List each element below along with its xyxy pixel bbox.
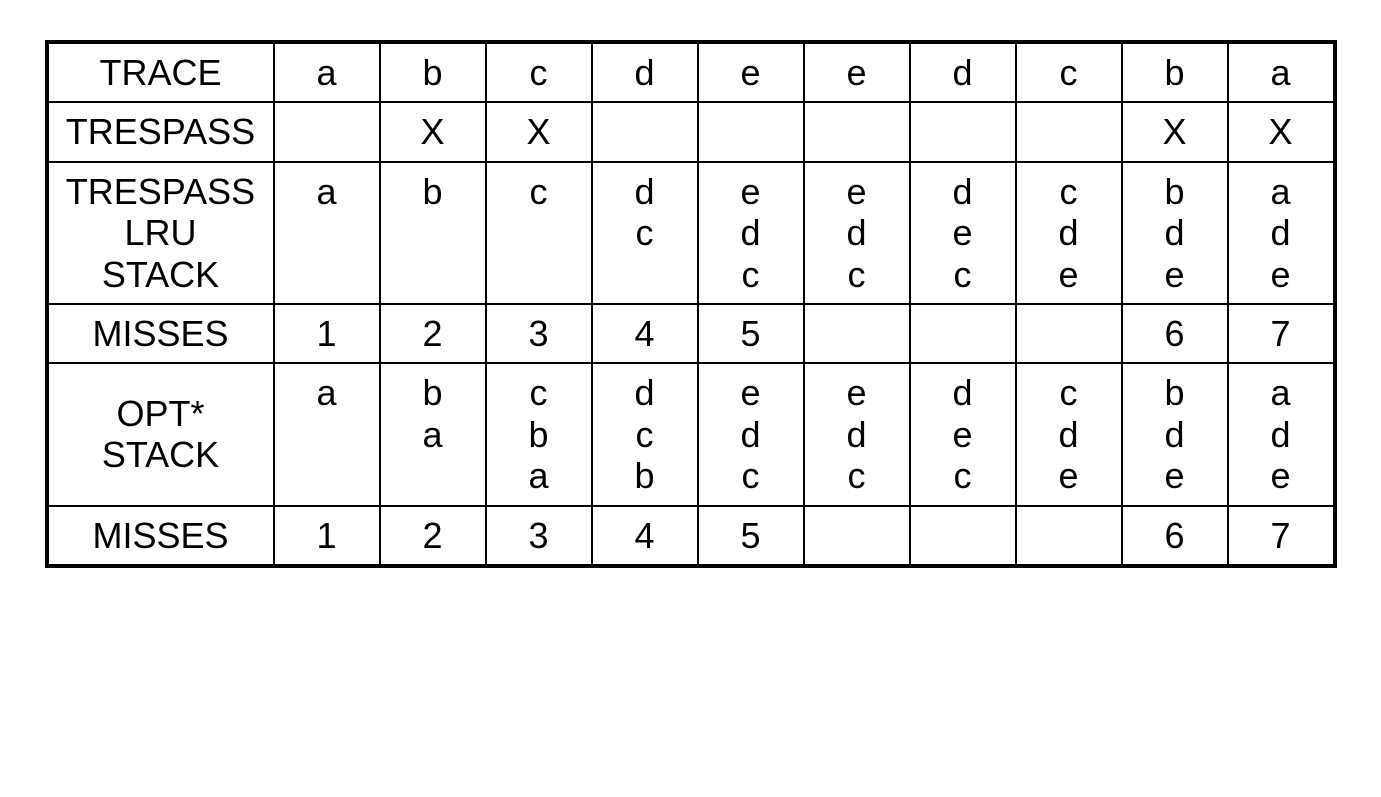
table-cell: b [380, 162, 486, 304]
table-cell: a [274, 42, 380, 102]
table-cell: b [1122, 42, 1228, 102]
table-cell: ade [1228, 162, 1335, 304]
row-label: TRESPASS [47, 102, 274, 161]
table-cell: 7 [1228, 506, 1335, 566]
table-cell: bde [1122, 363, 1228, 505]
table-cell: dc [592, 162, 698, 304]
table-cell [592, 102, 698, 161]
table-cell [910, 304, 1016, 363]
table-cell: cde [1016, 162, 1122, 304]
table-cell: 2 [380, 506, 486, 566]
table-cell: 1 [274, 304, 380, 363]
table-cell: b [380, 42, 486, 102]
table-cell: dec [910, 363, 1016, 505]
table-cell: 3 [486, 304, 592, 363]
table-cell: X [1228, 102, 1335, 161]
table-cell [804, 102, 910, 161]
row-label: MISSES [47, 506, 274, 566]
table-row: TRESPASSXXXX [47, 102, 1335, 161]
table-cell: cde [1016, 363, 1122, 505]
table-cell: edc [698, 363, 804, 505]
row-label: TRACE [47, 42, 274, 102]
table-cell: 6 [1122, 506, 1228, 566]
table-cell: a [1228, 42, 1335, 102]
row-label: OPT*STACK [47, 363, 274, 505]
table-cell: 5 [698, 506, 804, 566]
table-cell: bde [1122, 162, 1228, 304]
table-cell: e [804, 42, 910, 102]
table-cell: edc [804, 363, 910, 505]
table-cell: c [486, 162, 592, 304]
table-cell: c [486, 42, 592, 102]
table-cell [804, 506, 910, 566]
table-cell: X [380, 102, 486, 161]
table-cell [910, 506, 1016, 566]
table-cell: ade [1228, 363, 1335, 505]
trace-table: TRACEabcdeedcbaTRESPASSXXXXTRESPASSLRUST… [45, 40, 1337, 568]
table-cell: 4 [592, 506, 698, 566]
table-cell: 7 [1228, 304, 1335, 363]
table-cell [1016, 102, 1122, 161]
table-cell: d [910, 42, 1016, 102]
table-cell: 1 [274, 506, 380, 566]
table-cell: edc [698, 162, 804, 304]
table-cell: cba [486, 363, 592, 505]
table-cell: ba [380, 363, 486, 505]
table-cell: 2 [380, 304, 486, 363]
row-label: TRESPASSLRUSTACK [47, 162, 274, 304]
table-cell: 6 [1122, 304, 1228, 363]
table-row: MISSES12345 67 [47, 506, 1335, 566]
table-cell: edc [804, 162, 910, 304]
table-cell: c [1016, 42, 1122, 102]
table-cell: dec [910, 162, 1016, 304]
table-cell: d [592, 42, 698, 102]
table-cell: dcb [592, 363, 698, 505]
table-cell: X [1122, 102, 1228, 161]
table-cell: 5 [698, 304, 804, 363]
table-row: MISSES12345 67 [47, 304, 1335, 363]
table-row: OPT*STACKabacbadcbedcedcdeccdebdeade [47, 363, 1335, 505]
row-label: MISSES [47, 304, 274, 363]
table-cell [1016, 506, 1122, 566]
table-cell [274, 102, 380, 161]
table-cell: a [274, 363, 380, 505]
table-body: TRACEabcdeedcbaTRESPASSXXXXTRESPASSLRUST… [47, 42, 1335, 566]
table-cell: e [698, 42, 804, 102]
table-row: TRESPASSLRUSTACKabcdcedcedcdeccdebdeade [47, 162, 1335, 304]
table-cell [910, 102, 1016, 161]
table-cell: a [274, 162, 380, 304]
table-cell: 3 [486, 506, 592, 566]
table-cell [804, 304, 910, 363]
table-cell [1016, 304, 1122, 363]
table-cell [698, 102, 804, 161]
table-row: TRACEabcdeedcba [47, 42, 1335, 102]
table-cell: 4 [592, 304, 698, 363]
table-cell: X [486, 102, 592, 161]
